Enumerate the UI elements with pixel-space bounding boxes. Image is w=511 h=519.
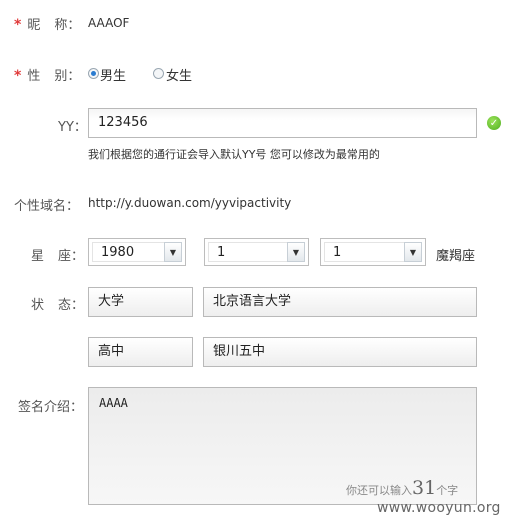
char-counter-number: 31 — [412, 477, 437, 499]
school-input[interactable]: 银川五中 — [203, 337, 477, 367]
yy-label: YY： — [58, 120, 87, 135]
check-circle-icon: ✓ — [487, 116, 501, 130]
month-select-value: 1 — [217, 245, 226, 260]
nickname-value: AAAOF — [88, 16, 130, 30]
gender-female-radio[interactable] — [153, 68, 164, 79]
constellation-label: 星座： — [31, 249, 85, 264]
gender-male-radio[interactable] — [88, 68, 99, 79]
constellation-value: 魔羯座 — [436, 249, 476, 264]
year-select[interactable]: 1980 ▼ — [88, 238, 186, 266]
month-select[interactable]: 1 ▼ — [204, 238, 309, 266]
year-select-value: 1980 — [101, 245, 135, 260]
day-select-value: 1 — [333, 245, 342, 260]
required-mark: * — [14, 68, 22, 84]
yy-input[interactable]: 123456 — [88, 108, 477, 138]
education-level-input[interactable]: 高中 — [88, 337, 193, 367]
school-input[interactable]: 北京语言大学 — [203, 287, 477, 317]
signature-label: 签名介绍： — [18, 400, 84, 415]
chevron-down-icon[interactable]: ▼ — [164, 242, 182, 262]
char-counter: 你还可以输入31个字 — [346, 477, 459, 499]
gender-label: * 性别： — [14, 68, 81, 84]
required-mark: * — [14, 17, 22, 33]
signature-text: AAAA — [99, 396, 128, 410]
chevron-down-icon[interactable]: ▼ — [287, 242, 305, 262]
watermark: www.wooyun.org — [377, 500, 501, 516]
domain-value: http://y.duowan.com/yyvipactivity — [88, 196, 292, 210]
day-select[interactable]: 1 ▼ — [320, 238, 426, 266]
yy-hint: 我们根据您的通行证会导入默认YY号 您可以修改为最常用的 — [88, 148, 380, 161]
education-level-input[interactable]: 大学 — [88, 287, 193, 317]
gender-female-label[interactable]: 女生 — [166, 65, 192, 84]
domain-label: 个性域名： — [14, 199, 80, 214]
chevron-down-icon[interactable]: ▼ — [404, 242, 422, 262]
status-label: 状态： — [31, 298, 85, 313]
gender-male-label[interactable]: 男生 — [100, 65, 126, 84]
nickname-label: * 昵称： — [14, 17, 81, 33]
